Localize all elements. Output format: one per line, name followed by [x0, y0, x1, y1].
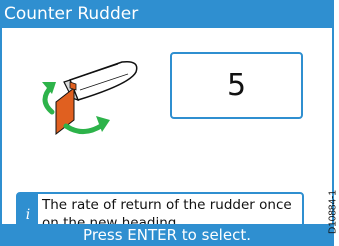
counter-rudder-illustration: [32, 50, 152, 150]
counter-rudder-value-text: 5: [226, 68, 247, 103]
display-screen: Counter Rudder 5 i The rate of return of…: [0, 0, 334, 246]
counter-rudder-value[interactable]: 5: [170, 52, 303, 119]
footer-prompt: Press ENTER to select.: [2, 224, 332, 246]
figure-reference: D10884-1: [327, 190, 339, 234]
page-title: Counter Rudder: [2, 0, 332, 28]
boat-icon: [63, 60, 138, 101]
